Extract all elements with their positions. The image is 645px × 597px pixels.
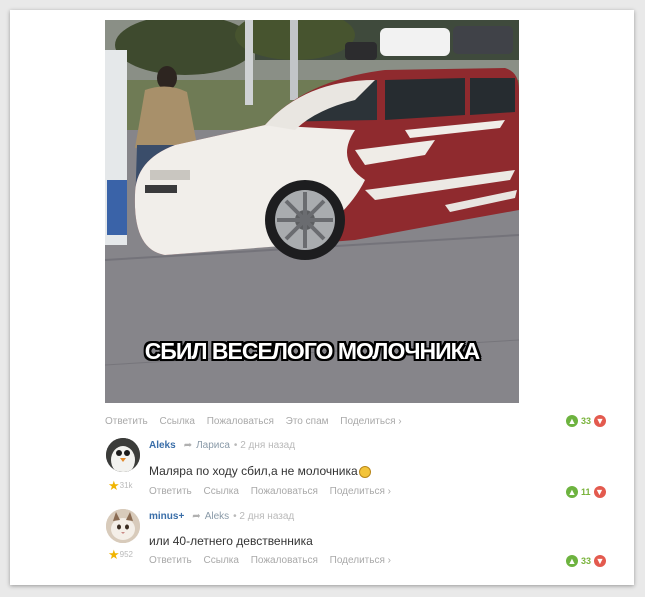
comment-author[interactable]: minus+ <box>149 511 184 522</box>
star-icon: ★ <box>108 478 120 493</box>
comment-actions: Ответить Ссылка Пожаловаться Поделиться … <box>149 486 400 497</box>
post-link-link[interactable]: Ссылка <box>160 416 195 427</box>
post-share-link[interactable]: Поделиться › <box>340 416 401 427</box>
star-icon: ★ <box>108 547 120 562</box>
comment-card: СБИЛ ВЕСЕЛОГО МОЛОЧНИКА Ответить Ссылка … <box>10 10 634 585</box>
reply-to[interactable]: ➦ Лариса <box>184 440 230 451</box>
thumbs-up-icon[interactable]: ▲ <box>566 486 578 498</box>
share-link[interactable]: Поделиться › <box>330 486 391 497</box>
comment-body: или 40-летнего девственника <box>149 534 313 548</box>
thumbs-up-icon[interactable]: ▲ <box>566 555 578 567</box>
smiley-icon <box>358 465 371 478</box>
user-karma: ★952 <box>108 547 133 563</box>
comment-meta: minus+ ➦ Aleks • 2 дня назад <box>149 511 294 522</box>
reply-link[interactable]: Ответить <box>149 555 192 566</box>
karma-value: 31k <box>119 481 133 491</box>
reply-to[interactable]: ➦ Aleks <box>192 511 229 522</box>
post-report-link[interactable]: Пожаловаться <box>207 416 274 427</box>
karma-value: 952 <box>119 550 134 560</box>
vote-count: 11 <box>581 487 591 497</box>
comment-actions: Ответить Ссылка Пожаловаться Поделиться … <box>149 555 400 566</box>
thumbs-down-icon[interactable]: ▼ <box>594 415 607 427</box>
comment-text: Маляра по ходу сбил,а не молочника <box>149 464 371 478</box>
comment-meta: Aleks ➦ Лариса • 2 дня назад <box>149 440 295 451</box>
thumbs-down-icon[interactable]: ▼ <box>593 486 606 498</box>
penguin-avatar-icon <box>106 438 140 472</box>
reply-link[interactable]: Ответить <box>149 486 192 497</box>
report-link[interactable]: Пожаловаться <box>251 486 318 497</box>
meme-caption: СБИЛ ВЕСЕЛОГО МОЛОЧНИКА <box>144 338 481 364</box>
reply-arrow-icon: ➦ <box>192 511 201 522</box>
post-vote-count: 33 <box>581 416 592 426</box>
post-reply-link[interactable]: Ответить <box>105 416 148 427</box>
user-karma: ★31k <box>108 478 133 494</box>
reply-arrow-icon: ➦ <box>183 440 193 451</box>
cat-avatar-icon <box>106 509 140 543</box>
thumbs-up-icon[interactable]: ▲ <box>566 415 578 427</box>
share-link[interactable]: Поделиться › <box>330 555 391 566</box>
comment-votes: ▲ 33 ▼ <box>566 555 607 567</box>
avatar[interactable] <box>106 438 140 472</box>
comment-body: Маляра по ходу сбил,а не молочника <box>149 464 358 478</box>
post-spam-link[interactable]: Это спам <box>286 416 329 427</box>
post-image: СБИЛ ВЕСЕЛОГО МОЛОЧНИКА <box>105 20 519 403</box>
thumbs-down-icon[interactable]: ▼ <box>594 555 607 567</box>
comment-time[interactable]: • 2 дня назад <box>233 511 294 522</box>
vote-count: 33 <box>581 556 592 566</box>
comment-votes: ▲ 11 ▼ <box>566 486 606 498</box>
permalink-link[interactable]: Ссылка <box>204 486 239 497</box>
comment-time[interactable]: • 2 дня назад <box>234 440 295 451</box>
report-link[interactable]: Пожаловаться <box>251 555 318 566</box>
avatar[interactable] <box>106 509 140 543</box>
post-votes: ▲ 33 ▼ <box>566 415 607 427</box>
reply-to-name: Лариса <box>196 440 230 451</box>
comment-author[interactable]: Aleks <box>149 440 176 451</box>
reply-to-name: Aleks <box>204 511 230 522</box>
permalink-link[interactable]: Ссылка <box>204 555 239 566</box>
post-actions: Ответить Ссылка Пожаловаться Это спам По… <box>105 416 411 427</box>
comment-text: или 40-летнего девственника <box>149 534 313 548</box>
